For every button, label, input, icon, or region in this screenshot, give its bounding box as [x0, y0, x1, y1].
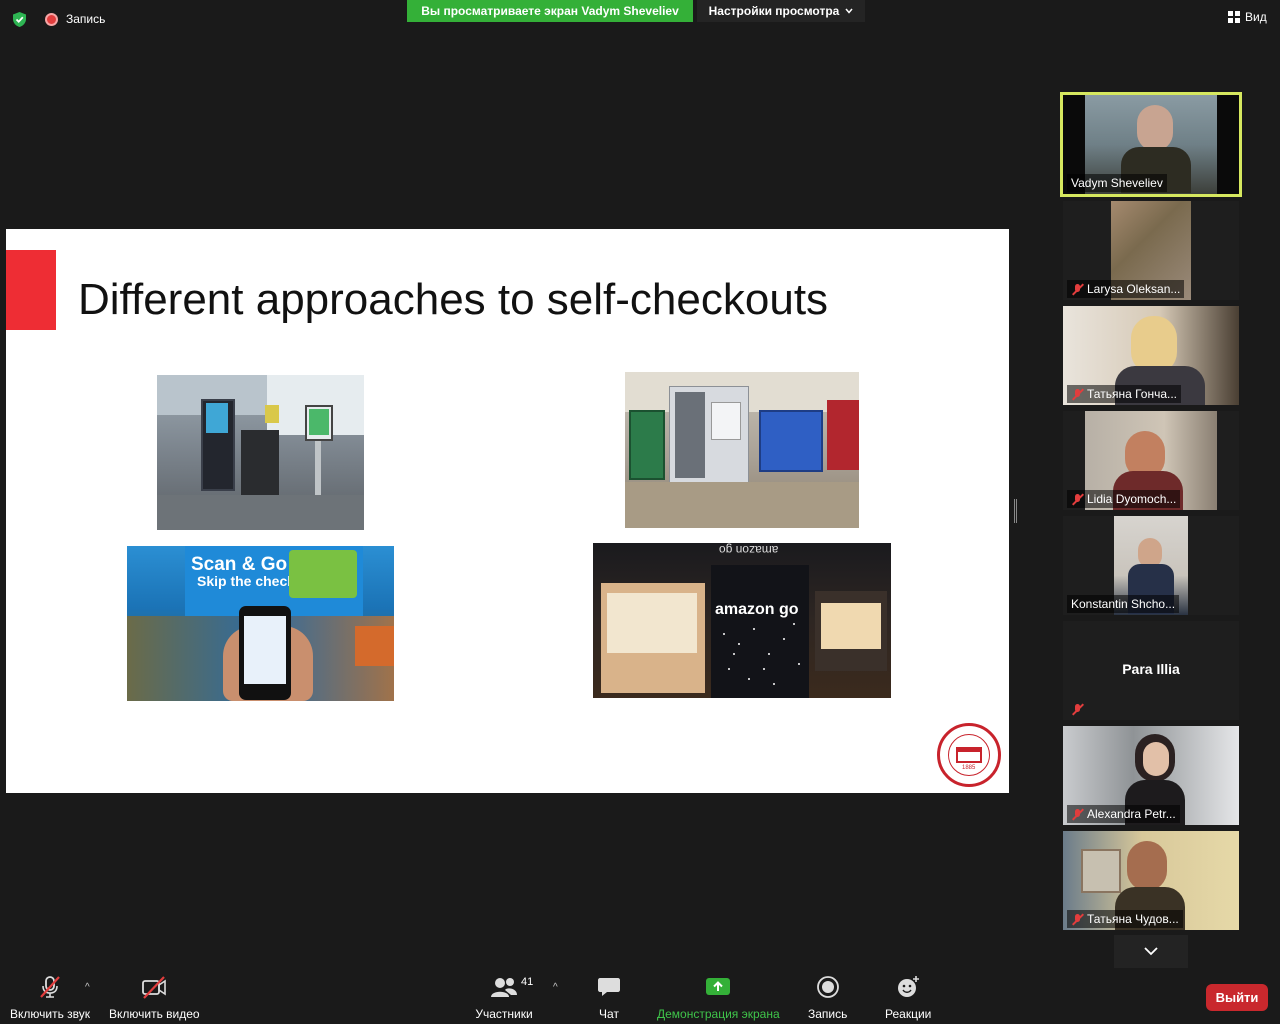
phone-device [239, 606, 291, 700]
audio-options-caret-icon[interactable]: ^ [85, 982, 90, 993]
participant-name: Vadym Sheveliev [1071, 176, 1163, 190]
participant-tile[interactable]: Lidia Dyomoch... [1063, 411, 1239, 510]
microphone-muted-icon [1071, 283, 1084, 296]
participant-name-tag: Alexandra Petr... [1067, 805, 1180, 823]
participant-tile[interactable]: Татьяна Гонча... [1063, 306, 1239, 405]
chat-button[interactable]: Чат [597, 974, 621, 1021]
participant-tile[interactable]: Konstantin Shcho... [1063, 516, 1239, 615]
record-label: Запись [808, 1007, 848, 1021]
participant-name-tag [1067, 700, 1088, 718]
meeting-toolbar: Включить звук ^ Включить видео 41 Участн… [0, 970, 1280, 1024]
participants-icon [491, 978, 517, 997]
reactions-button[interactable]: Реакции [885, 974, 931, 1021]
amazon-go-facade [711, 565, 809, 698]
participant-display-name: Para Illia [1122, 661, 1180, 677]
university-logo: 1885 [937, 723, 1001, 787]
logo-year: 1885 [962, 765, 976, 771]
shared-screen-slide: Different approaches to self-checkouts S… [6, 229, 1009, 793]
unmute-label: Включить звук [10, 1007, 91, 1021]
view-options-button[interactable]: Настройки просмотра [697, 0, 865, 22]
participant-name: Larysa Oleksan... [1087, 282, 1181, 296]
participant-tile[interactable]: Alexandra Petr... [1063, 726, 1239, 825]
self-checkout-kiosks-photo [157, 375, 364, 530]
reactions-label: Реакции [885, 1007, 932, 1021]
participant-name: Alexandra Petr... [1087, 807, 1176, 821]
participant-tile-no-video[interactable]: Para Illia [1063, 621, 1239, 720]
security-shield-icon[interactable] [11, 11, 28, 28]
view-options-label: Настройки просмотра [708, 4, 840, 18]
participant-name: Konstantin Shcho... [1071, 597, 1176, 611]
participants-count: 41 [521, 976, 534, 988]
participant-tile[interactable]: Татьяна Чудов... [1063, 831, 1239, 930]
amazon-go-store-photo: amazon go amazon go [593, 543, 891, 698]
unmute-button[interactable]: Включить звук [10, 974, 90, 1021]
view-layout-label: Вид [1245, 10, 1267, 24]
video-camera-off-icon [142, 976, 167, 999]
microphone-muted-icon [40, 976, 60, 998]
record-button[interactable]: Запись [808, 974, 847, 1021]
participant-name: Татьяна Гонча... [1087, 387, 1178, 401]
participant-tile[interactable]: Larysa Oleksan... [1063, 201, 1239, 300]
participants-options-caret-icon[interactable]: ^ [553, 982, 558, 993]
amazon-go-top-sign: amazon go [719, 543, 779, 557]
grid-layout-icon [1228, 11, 1240, 23]
participant-name-tag: Lidia Dyomoch... [1067, 490, 1181, 508]
start-video-button[interactable]: Включить видео [109, 974, 200, 1021]
microphone-muted-icon [1071, 703, 1084, 716]
participant-name: Lidia Dyomoch... [1087, 492, 1177, 506]
slide-title: Different approaches to self-checkouts [78, 275, 829, 324]
panel-resize-handle[interactable] [1014, 499, 1017, 523]
start-video-label: Включить видео [109, 1007, 200, 1021]
record-icon [816, 976, 839, 998]
share-screen-label: Демонстрация экрана [657, 1007, 780, 1021]
scan-and-go-phone-photo: Scan & Go Skip the checkout line. [127, 546, 394, 701]
top-bar: Запись Вы просматриваете экран Vadym She… [0, 0, 1280, 40]
scan-and-go-sign-text: Scan & Go [191, 554, 288, 575]
microphone-muted-icon [1071, 808, 1084, 821]
chevron-down-icon [1144, 947, 1158, 956]
screen-share-banner: Вы просматриваете экран Vadym Sheveliev [407, 0, 693, 22]
amazon-go-logo-text: amazon go [715, 601, 799, 618]
chevron-down-icon [845, 8, 853, 14]
participant-name-tag: Larysa Oleksan... [1067, 280, 1185, 298]
smart-vending-fridge-photo [625, 372, 859, 528]
chat-label: Чат [599, 1007, 619, 1021]
gallery-scroll-down-button[interactable] [1114, 935, 1188, 968]
chat-bubble-icon [598, 978, 620, 996]
participant-name-tag: Vadym Sheveliev [1067, 174, 1167, 192]
microphone-muted-icon [1071, 913, 1084, 926]
microphone-muted-icon [1071, 388, 1084, 401]
share-screen-button[interactable]: Демонстрация экрана [657, 974, 780, 1021]
participant-name-tag: Татьяна Чудов... [1067, 910, 1183, 928]
participant-name-tag: Татьяна Гонча... [1067, 385, 1182, 403]
slide-accent-bar [6, 250, 56, 330]
view-layout-button[interactable]: Вид [1228, 10, 1267, 24]
participants-button[interactable]: 41 Участники [475, 974, 533, 1021]
recording-label[interactable]: Запись [66, 12, 105, 26]
microphone-muted-icon [1071, 493, 1084, 506]
smiley-reaction-icon [898, 976, 920, 997]
participants-label: Участники [475, 1007, 533, 1021]
recording-indicator-icon[interactable] [45, 13, 58, 26]
participant-tile-active-speaker[interactable]: Vadym Sheveliev [1060, 92, 1242, 197]
share-screen-icon [706, 978, 731, 995]
participant-name-tag: Konstantin Shcho... [1067, 595, 1180, 613]
cart-sign-icon [289, 550, 357, 598]
leave-meeting-button[interactable]: Выйти [1206, 984, 1268, 1011]
participant-name: Татьяна Чудов... [1087, 912, 1179, 926]
